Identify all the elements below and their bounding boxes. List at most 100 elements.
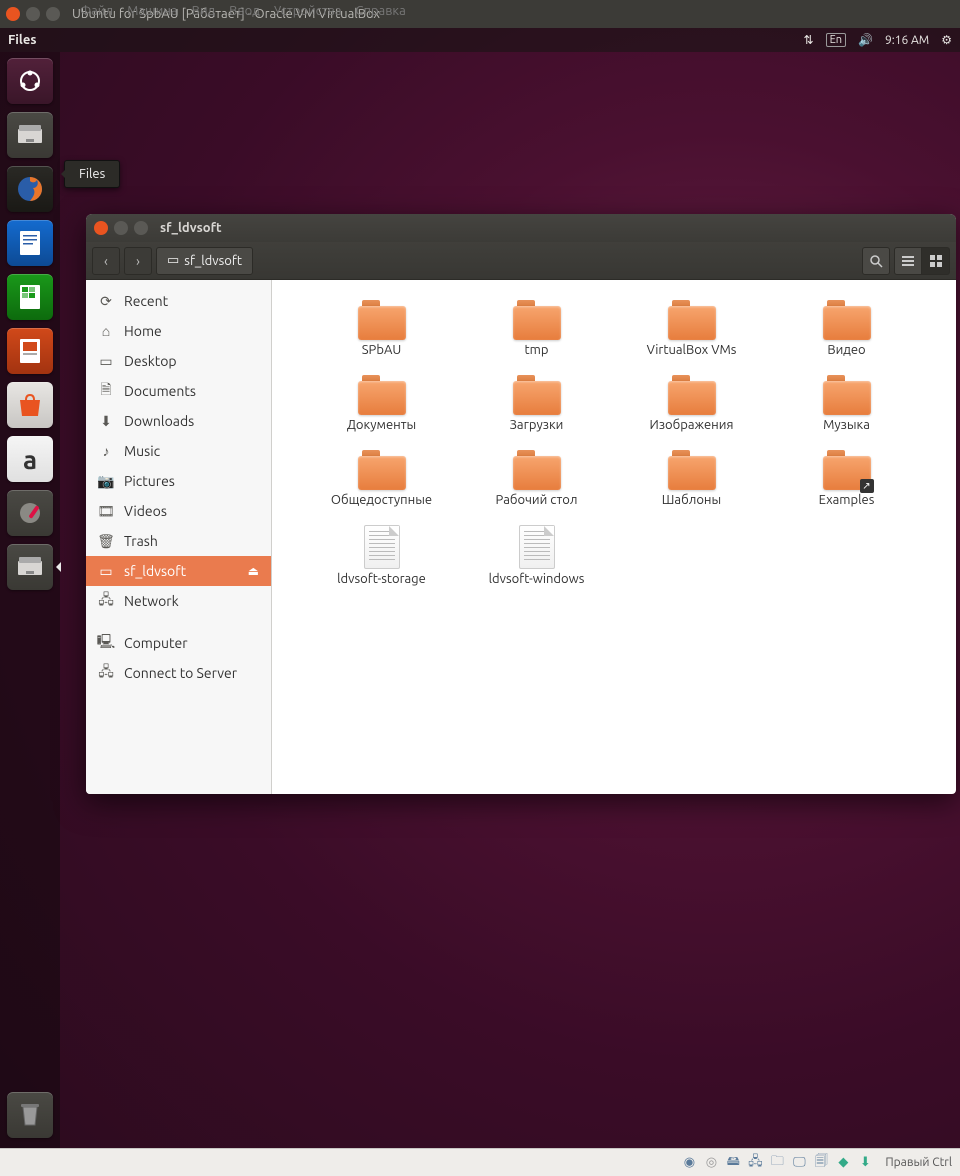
sidebar-item-home[interactable]: ⌂Home bbox=[86, 316, 271, 346]
sidebar-item-videos[interactable]: 🎞Videos bbox=[86, 496, 271, 526]
vm-mouse-icon[interactable]: ⬇ bbox=[857, 1155, 873, 1171]
launcher-software[interactable] bbox=[5, 380, 55, 430]
place-icon: 🖳 bbox=[98, 631, 114, 655]
folder-item[interactable]: ↗Examples bbox=[769, 446, 924, 511]
folder-item[interactable]: VirtualBox VMs bbox=[614, 296, 769, 361]
folder-icon bbox=[513, 300, 561, 340]
vm-net-icon[interactable]: 🖧 bbox=[747, 1155, 763, 1171]
sidebar-item-trash[interactable]: 🗑 Trash bbox=[86, 526, 271, 556]
item-label: Документы bbox=[347, 418, 416, 432]
sidebar-item-connect-to-server[interactable]: 🖧 Connect to Server bbox=[86, 658, 271, 688]
forward-button[interactable]: › bbox=[124, 247, 152, 275]
vm-display-icon[interactable]: 🖵 bbox=[791, 1155, 807, 1171]
sidebar-item-label: Desktop bbox=[124, 353, 177, 369]
vm-usb-icon[interactable]: 🖴 bbox=[725, 1155, 741, 1171]
item-label: tmp bbox=[525, 343, 549, 357]
vm-menu-file[interactable]: Файл bbox=[80, 4, 113, 18]
vm-close-button[interactable] bbox=[6, 7, 20, 21]
vm-menu-view[interactable]: Вид bbox=[192, 4, 216, 18]
text-file-icon bbox=[519, 525, 555, 569]
window-maximize-button[interactable] bbox=[134, 221, 148, 235]
folder-item[interactable]: Общедоступные bbox=[304, 446, 459, 511]
launcher-files-2[interactable] bbox=[5, 542, 55, 592]
window-close-button[interactable] bbox=[94, 221, 108, 235]
file-item[interactable]: ldvsoft-windows bbox=[459, 521, 614, 590]
folder-item[interactable]: Загрузки bbox=[459, 371, 614, 436]
launcher-files-1[interactable] bbox=[5, 110, 55, 160]
vm-maximize-button[interactable] bbox=[46, 7, 60, 21]
sidebar-item-documents[interactable]: 🗎Documents bbox=[86, 376, 271, 406]
sidebar-item-label: Trash bbox=[124, 533, 158, 549]
place-icon: ▭ bbox=[98, 353, 114, 370]
window-minimize-button[interactable] bbox=[114, 221, 128, 235]
place-icon: ⟳ bbox=[98, 293, 114, 310]
item-label: Музыка bbox=[823, 418, 870, 432]
launcher-impress[interactable] bbox=[5, 326, 55, 376]
folder-icon bbox=[358, 375, 406, 415]
file-item[interactable]: ldvsoft-storage bbox=[304, 521, 459, 590]
folder-item[interactable]: Видео bbox=[769, 296, 924, 361]
network-indicator-icon[interactable]: ⇅ bbox=[804, 33, 814, 47]
sidebar-item-music[interactable]: ♪Music bbox=[86, 436, 271, 466]
sidebar-item-label: Network bbox=[124, 593, 179, 609]
vm-minimize-button[interactable] bbox=[26, 7, 40, 21]
sidebar-item-label: Home bbox=[124, 323, 162, 339]
clock[interactable]: 9:16 AM bbox=[885, 34, 929, 47]
vm-shared-icon[interactable]: 🗀 bbox=[769, 1155, 785, 1171]
sidebar-item-desktop[interactable]: ▭ Desktop bbox=[86, 346, 271, 376]
launcher-firefox[interactable] bbox=[5, 164, 55, 214]
folder-icon bbox=[513, 450, 561, 490]
vm-clip-icon[interactable]: 🗐 bbox=[813, 1155, 829, 1171]
sidebar-item-label: Connect to Server bbox=[124, 665, 237, 681]
folder-item[interactable]: tmp bbox=[459, 296, 614, 361]
keyboard-indicator[interactable]: En bbox=[826, 33, 846, 47]
vm-menu-input[interactable]: Ввод bbox=[229, 4, 260, 18]
vm-menu: Файл Машина Вид Ввод Устройства Справка bbox=[80, 4, 406, 18]
sidebar-item-recent[interactable]: ⟳Recent bbox=[86, 286, 271, 316]
launcher-dash[interactable] bbox=[5, 56, 55, 106]
vm-menu-help[interactable]: Справка bbox=[356, 4, 406, 18]
sidebar-item-pictures[interactable]: 📷Pictures bbox=[86, 466, 271, 496]
icon-view[interactable]: SPbAU tmp VirtualBox VMsВидео Документы Загр… bbox=[272, 280, 956, 794]
session-indicator-icon[interactable]: ⚙ bbox=[941, 33, 952, 47]
launcher-writer[interactable] bbox=[5, 218, 55, 268]
item-label: SPbAU bbox=[362, 343, 402, 357]
path-segment[interactable]: ▭ sf_ldvsoft bbox=[156, 247, 253, 275]
vm-cd-icon[interactable]: ◎ bbox=[703, 1155, 719, 1171]
folder-icon bbox=[513, 375, 561, 415]
sidebar-item-label: sf_ldvsoft bbox=[124, 563, 186, 579]
vm-menu-devices[interactable]: Устройства bbox=[274, 4, 342, 18]
grid-view-button[interactable] bbox=[922, 247, 950, 275]
vm-hdd-icon[interactable]: ◉ bbox=[681, 1155, 697, 1171]
list-view-button[interactable] bbox=[894, 247, 922, 275]
sound-indicator-icon[interactable]: 🔊 bbox=[858, 33, 873, 47]
eject-icon[interactable]: ⏏ bbox=[248, 564, 259, 578]
vm-menu-machine[interactable]: Машина bbox=[127, 4, 178, 18]
launcher-amazon[interactable]: a bbox=[5, 434, 55, 484]
launcher-calc[interactable] bbox=[5, 272, 55, 322]
folder-item[interactable]: Шаблоны bbox=[614, 446, 769, 511]
folder-item[interactable]: Изображения bbox=[614, 371, 769, 436]
launcher-settings[interactable] bbox=[5, 488, 55, 538]
folder-item[interactable]: Рабочий стол bbox=[459, 446, 614, 511]
item-label: Общедоступные bbox=[331, 493, 432, 507]
back-button[interactable]: ‹ bbox=[92, 247, 120, 275]
folder-item[interactable]: SPbAU bbox=[304, 296, 459, 361]
folder-item[interactable]: Документы bbox=[304, 371, 459, 436]
sidebar-item-network[interactable]: 🖧 Network bbox=[86, 586, 271, 616]
search-button[interactable] bbox=[862, 247, 890, 275]
place-icon: 🖧 bbox=[98, 589, 114, 613]
launcher-trash[interactable] bbox=[5, 1090, 55, 1140]
nautilus-titlebar[interactable]: sf_ldvsoft bbox=[86, 214, 956, 242]
place-icon: 🖧 bbox=[98, 661, 114, 685]
sidebar-item-downloads[interactable]: ⬇Downloads bbox=[86, 406, 271, 436]
place-icon: 🗑 bbox=[98, 533, 114, 550]
item-label: Загрузки bbox=[510, 418, 564, 432]
vm-rec-icon[interactable]: ◆ bbox=[835, 1155, 851, 1171]
panel-app-name[interactable]: Files bbox=[8, 33, 36, 47]
sidebar-item-computer[interactable]: 🖳Computer bbox=[86, 628, 271, 658]
drive-icon: ▭ bbox=[167, 253, 179, 268]
folder-item[interactable]: Музыка bbox=[769, 371, 924, 436]
item-label: ldvsoft-storage bbox=[337, 572, 426, 586]
sidebar-item-sf_ldvsoft[interactable]: ▭sf_ldvsoft⏏ bbox=[86, 556, 271, 586]
